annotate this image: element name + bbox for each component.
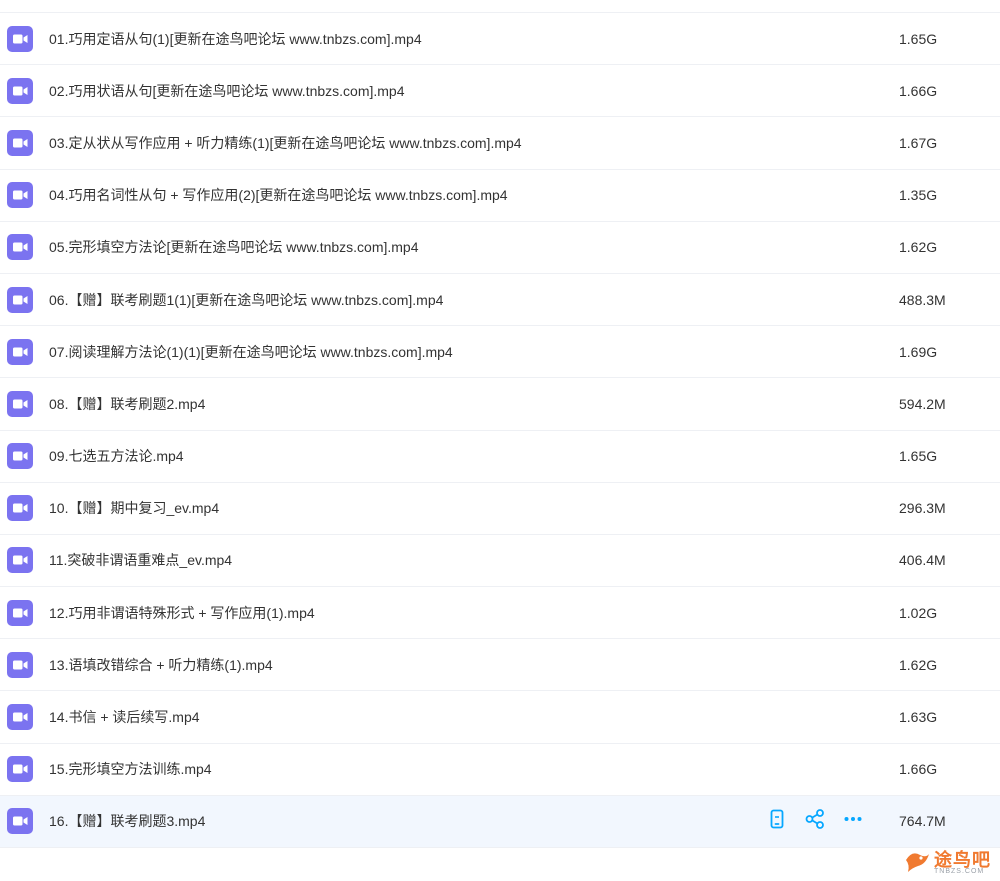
file-size: 296.3M bbox=[899, 500, 946, 517]
file-name[interactable]: 05.完形填空方法论[更新在途鸟吧论坛 www.tnbzs.com].mp4 bbox=[49, 237, 419, 257]
file-size: 406.4M bbox=[899, 552, 946, 569]
video-file-icon bbox=[7, 756, 33, 783]
file-name[interactable]: 06.【赠】联考刷题1(1)[更新在途鸟吧论坛 www.tnbzs.com].m… bbox=[49, 290, 443, 310]
file-size: 488.3M bbox=[899, 291, 946, 308]
file-row[interactable]: 09.七选五方法论.mp4 1.65G bbox=[0, 431, 1000, 483]
watermark-bird-icon bbox=[906, 853, 929, 872]
share-icon bbox=[804, 808, 826, 835]
video-file-icon bbox=[7, 651, 33, 678]
file-row[interactable]: 04.巧用名词性从句 + 写作应用(2)[更新在途鸟吧论坛 www.tnbzs.… bbox=[0, 170, 1000, 222]
file-size: 594.2M bbox=[899, 395, 946, 412]
video-file-icon bbox=[7, 77, 33, 104]
file-name[interactable]: 12.巧用非谓语特殊形式 + 写作应用(1).mp4 bbox=[49, 603, 315, 623]
file-size: 1.66G bbox=[899, 761, 938, 778]
file-row[interactable]: 14.书信 + 读后续写.mp4 1.63G bbox=[0, 691, 1000, 744]
video-file-icon bbox=[7, 182, 33, 209]
file-name[interactable]: 09.七选五方法论.mp4 bbox=[49, 446, 184, 466]
more-button[interactable] bbox=[842, 810, 864, 832]
file-size: 1.69G bbox=[899, 343, 938, 360]
file-row[interactable]: 15.完形填空方法训练.mp4 1.66G bbox=[0, 744, 1000, 796]
video-file-icon bbox=[7, 286, 33, 313]
video-file-icon bbox=[7, 25, 33, 52]
file-name[interactable]: 07.阅读理解方法论(1)(1)[更新在途鸟吧论坛 www.tnbzs.com]… bbox=[49, 342, 453, 362]
file-name[interactable]: 15.完形填空方法训练.mp4 bbox=[49, 759, 212, 779]
file-row[interactable]: 03.定从状从写作应用 + 听力精练(1)[更新在途鸟吧论坛 www.tnbzs… bbox=[0, 117, 1000, 170]
file-size: 1.02G bbox=[899, 604, 938, 621]
file-row[interactable]: 05.完形填空方法论[更新在途鸟吧论坛 www.tnbzs.com].mp4 1.… bbox=[0, 222, 1000, 274]
file-size: 1.65G bbox=[899, 30, 938, 47]
file-name[interactable]: 08.【赠】联考刷题2.mp4 bbox=[49, 394, 205, 414]
file-name[interactable]: 01.巧用定语从句(1)[更新在途鸟吧论坛 www.tnbzs.com].mp4 bbox=[49, 29, 422, 49]
file-name[interactable]: 02.巧用状语从句[更新在途鸟吧论坛 www.tnbzs.com].mp4 bbox=[49, 81, 405, 101]
file-name[interactable]: 10.【赠】期中复习_ev.mp4 bbox=[49, 498, 219, 518]
send-to-phone-button[interactable] bbox=[766, 808, 788, 835]
video-file-icon bbox=[7, 390, 33, 417]
video-file-icon bbox=[7, 234, 33, 261]
watermark-logo: 途鸟吧 TNBZS.COM bbox=[902, 846, 998, 880]
file-size: 1.63G bbox=[899, 709, 938, 726]
video-file-icon bbox=[7, 599, 33, 626]
file-row[interactable]: 10.【赠】期中复习_ev.mp4 296.3M bbox=[0, 483, 1000, 535]
video-file-icon bbox=[7, 547, 33, 574]
watermark-subtext: TNBZS.COM bbox=[934, 868, 985, 875]
file-name[interactable]: 13.语填改错综合 + 听力精练(1).mp4 bbox=[49, 655, 273, 675]
file-name[interactable]: 04.巧用名词性从句 + 写作应用(2)[更新在途鸟吧论坛 www.tnbzs.… bbox=[49, 185, 508, 205]
file-size: 1.35G bbox=[899, 187, 938, 204]
file-list: 01.巧用定语从句(1)[更新在途鸟吧论坛 www.tnbzs.com].mp4… bbox=[0, 0, 1000, 864]
video-file-icon bbox=[7, 129, 33, 156]
file-size: 1.66G bbox=[899, 82, 938, 99]
file-name[interactable]: 11.突破非谓语重难点_ev.mp4 bbox=[49, 550, 232, 570]
file-row[interactable]: 11.突破非谓语重难点_ev.mp4 406.4M bbox=[0, 535, 1000, 588]
file-row[interactable]: 12.巧用非谓语特殊形式 + 写作应用(1).mp4 1.02G bbox=[0, 587, 1000, 640]
file-row[interactable]: 01.巧用定语从句(1)[更新在途鸟吧论坛 www.tnbzs.com].mp4… bbox=[0, 13, 1000, 66]
video-file-icon bbox=[7, 443, 33, 470]
file-row[interactable]: 07.阅读理解方法论(1)(1)[更新在途鸟吧论坛 www.tnbzs.com]… bbox=[0, 326, 1000, 379]
video-file-icon bbox=[7, 495, 33, 522]
file-name[interactable]: 16.【赠】联考刷题3.mp4 bbox=[49, 811, 205, 831]
list-top-edge bbox=[0, 0, 1000, 13]
file-size: 1.62G bbox=[899, 239, 938, 256]
video-file-icon bbox=[7, 808, 33, 835]
share-button[interactable] bbox=[804, 808, 826, 835]
file-row[interactable]: 13.语填改错综合 + 听力精练(1).mp4 1.62G bbox=[0, 639, 1000, 692]
file-rows: 01.巧用定语从句(1)[更新在途鸟吧论坛 www.tnbzs.com].mp4… bbox=[0, 13, 1000, 848]
file-row[interactable]: 02.巧用状语从句[更新在途鸟吧论坛 www.tnbzs.com].mp4 1.6… bbox=[0, 65, 1000, 118]
file-row[interactable]: 16.【赠】联考刷题3.mp4 764.7M bbox=[0, 795, 1000, 848]
file-size: 1.67G bbox=[899, 134, 938, 151]
phone-icon bbox=[766, 808, 788, 835]
file-name[interactable]: 14.书信 + 读后续写.mp4 bbox=[49, 707, 200, 727]
row-actions bbox=[766, 808, 864, 835]
more-icon bbox=[842, 808, 864, 835]
list-bottom-edge bbox=[0, 848, 1000, 864]
file-size: 1.65G bbox=[899, 448, 938, 465]
video-file-icon bbox=[7, 704, 33, 731]
file-row[interactable]: 06.【赠】联考刷题1(1)[更新在途鸟吧论坛 www.tnbzs.com].m… bbox=[0, 274, 1000, 327]
video-file-icon bbox=[7, 338, 33, 365]
file-size: 764.7M bbox=[899, 813, 946, 830]
file-size: 1.62G bbox=[899, 656, 938, 673]
file-row[interactable]: 08.【赠】联考刷题2.mp4 594.2M bbox=[0, 378, 1000, 431]
file-name[interactable]: 03.定从状从写作应用 + 听力精练(1)[更新在途鸟吧论坛 www.tnbzs… bbox=[49, 133, 522, 153]
